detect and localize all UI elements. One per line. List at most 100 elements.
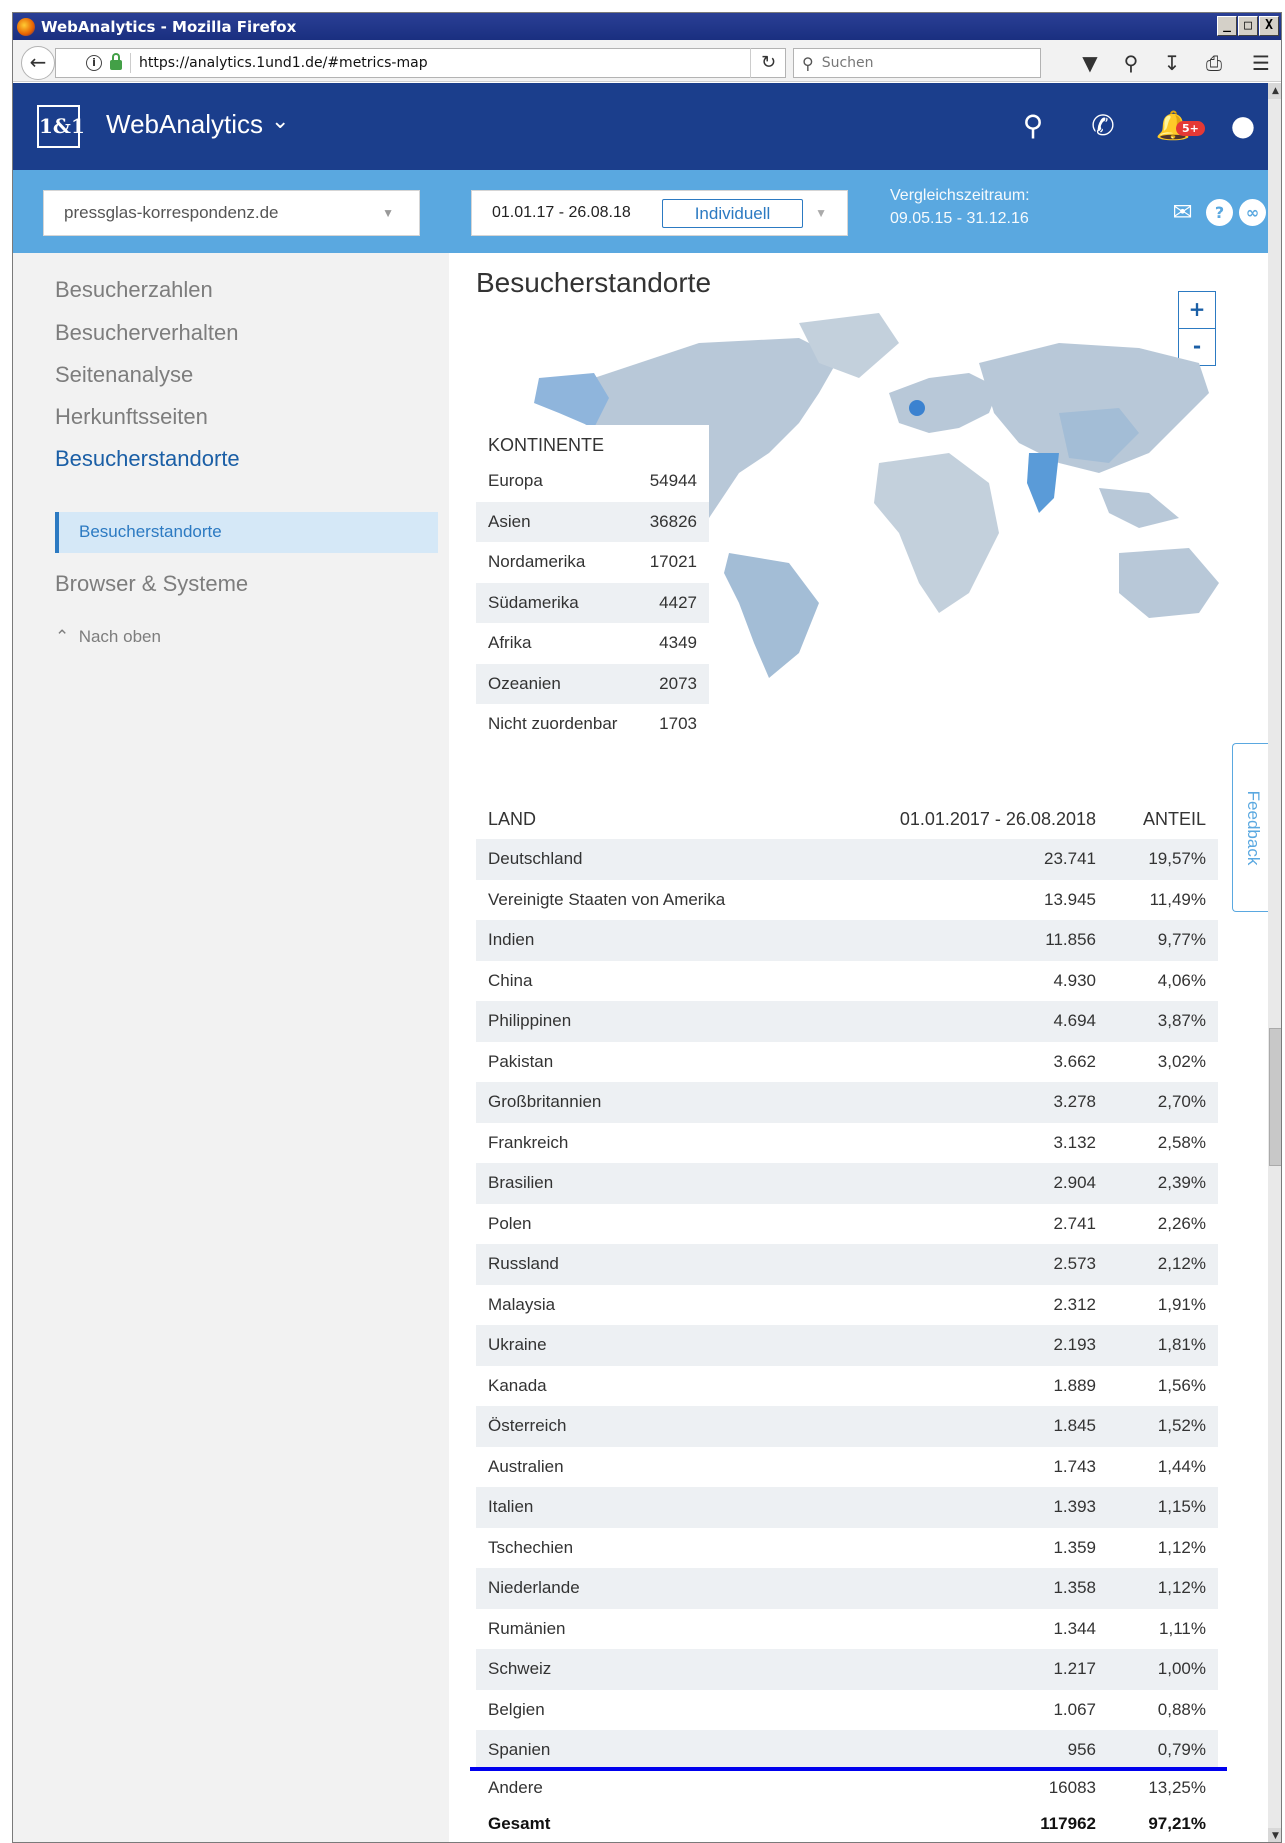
table-row[interactable]: Frankreich 3.132 2,58%: [476, 1123, 1218, 1164]
browser-search-icon[interactable]: ⚲: [1117, 52, 1145, 74]
caret-down-icon: ▼: [815, 206, 827, 220]
table-row[interactable]: Belgien 1.067 0,88%: [476, 1690, 1218, 1731]
back-to-top-link[interactable]: ⌃ Nach oben: [55, 627, 161, 647]
continent-row[interactable]: Afrika 4349: [476, 623, 709, 664]
download-icon[interactable]: ↧: [1158, 52, 1186, 74]
sidebar-item-herkunftsseiten[interactable]: Herkunftsseiten: [55, 404, 208, 430]
date-range-select[interactable]: 01.01.17 - 26.08.18 Individuell ▼: [471, 190, 848, 236]
table-row[interactable]: Vereinigte Staaten von Amerika 13.945 11,4…: [476, 880, 1218, 921]
reload-icon[interactable]: ↻: [750, 48, 786, 78]
sidebar-item-besucherzahlen[interactable]: Besucherzahlen: [55, 277, 213, 303]
table-row[interactable]: Australien 1.743 1,44%: [476, 1447, 1218, 1488]
maximize-button[interactable]: □: [1238, 16, 1258, 36]
country-cell: Tschechien: [488, 1537, 574, 1557]
chevron-down-icon[interactable]: ⌄: [271, 109, 289, 134]
sidebar-item-besucherstandorte[interactable]: Besucherstandorte: [55, 446, 240, 472]
scroll-down-arrow[interactable]: ▼: [1268, 1828, 1281, 1842]
page-scrollbar[interactable]: ▲ ▼: [1268, 83, 1281, 1842]
close-window-button[interactable]: X: [1259, 16, 1279, 36]
phone-icon[interactable]: ✆: [1083, 109, 1123, 143]
app-title[interactable]: WebAnalytics: [106, 109, 263, 140]
table-row[interactable]: Italien 1.393 1,15%: [476, 1487, 1218, 1528]
sidebar-item-seitenanalyse[interactable]: Seitenanalyse: [55, 362, 193, 388]
mail-icon[interactable]: ✉: [1169, 199, 1196, 226]
url-text[interactable]: https://analytics.1und1.de/#metrics-map: [139, 55, 428, 71]
continent-row[interactable]: Ozeanien 2073: [476, 663, 709, 704]
pocket-icon[interactable]: ▼: [1076, 52, 1104, 74]
table-row[interactable]: Russland 2.573 2,12%: [476, 1244, 1218, 1285]
table-row[interactable]: Malaysia 2.312 1,91%: [476, 1285, 1218, 1326]
table-row[interactable]: Österreich 1.845 1,52%: [476, 1406, 1218, 1447]
feedback-tab[interactable]: Feedback: [1232, 743, 1270, 912]
scroll-thumb[interactable]: [1269, 1028, 1281, 1166]
table-row[interactable]: China 4.930 4,06%: [476, 961, 1218, 1002]
total-label: Gesamt: [488, 1813, 551, 1833]
country-cell: Italien: [488, 1497, 534, 1517]
domain-select[interactable]: pressglas-korrespondenz.de ▼: [43, 190, 420, 236]
col-share-header[interactable]: ANTEIL: [1108, 809, 1218, 830]
print-icon[interactable]: ⎙: [1200, 52, 1228, 74]
table-row[interactable]: Niederlande 1.358 1,12%: [476, 1568, 1218, 1609]
scroll-up-arrow[interactable]: ▲: [1268, 83, 1281, 99]
browser-search-input[interactable]: ⚲ Suchen: [793, 48, 1041, 78]
table-row[interactable]: Rumänien 1.344 1,11%: [476, 1609, 1218, 1650]
col-period-header[interactable]: 01.01.2017 - 26.08.2018: [848, 809, 1108, 830]
continent-row[interactable]: Nicht zuordenbar 1703: [476, 704, 709, 745]
table-row[interactable]: Tschechien 1.359 1,12%: [476, 1528, 1218, 1569]
continent-name: Nicht zuordenbar: [488, 714, 618, 734]
share-cell: 1,52%: [1157, 1416, 1206, 1436]
brand-logo[interactable]: 1&1: [37, 105, 85, 148]
help-icon[interactable]: ?: [1206, 199, 1233, 226]
individual-button[interactable]: Individuell: [662, 199, 803, 228]
table-row[interactable]: Großbritannien 3.278 2,70%: [476, 1082, 1218, 1123]
visits-cell: 4.694: [1053, 1011, 1096, 1031]
lock-icon: [110, 53, 122, 70]
search-icon[interactable]: ⚲: [1013, 109, 1053, 143]
sidebar-subitem-besucherstandorte[interactable]: Besucherstandorte: [55, 512, 438, 553]
table-row[interactable]: Ukraine 2.193 1,81%: [476, 1325, 1218, 1366]
country-cell: Rumänien: [488, 1618, 566, 1638]
app-header: 1&1 WebAnalytics ⌄ ⚲ ✆ 🔔 ●: [13, 83, 1268, 170]
continent-row[interactable]: Asien 36826: [476, 501, 709, 542]
visits-cell: 11.856: [1045, 930, 1096, 950]
sidebar-item-besucherverhalten[interactable]: Besucherverhalten: [55, 320, 238, 346]
sidebar: Besucherzahlen Besucherverhalten Seitena…: [13, 253, 449, 1842]
url-bar[interactable]: i https://analytics.1und1.de/#metrics-ma…: [55, 48, 786, 78]
col-country-header[interactable]: LAND: [476, 809, 848, 830]
compare-period: Vergleichszeitraum: 09.05.15 - 31.12.16: [890, 184, 1030, 230]
visits-cell: 4.930: [1053, 970, 1096, 990]
main-content: Besucherstandorte + - KONTINENTE Europa …: [449, 253, 1269, 1842]
share-cell: 3,87%: [1157, 1011, 1206, 1031]
continent-value: 4427: [659, 592, 697, 612]
table-row[interactable]: Spanien 956 0,79%: [476, 1730, 1218, 1771]
link-icon[interactable]: ∞: [1239, 199, 1266, 226]
table-row[interactable]: Indien 11.856 9,77%: [476, 920, 1218, 961]
table-row[interactable]: Philippinen 4.694 3,87%: [476, 1001, 1218, 1042]
visits-cell: 3.662: [1053, 1051, 1096, 1071]
share-cell: 1,44%: [1157, 1456, 1206, 1476]
menu-icon[interactable]: ☰: [1247, 52, 1275, 74]
caret-down-icon: ▼: [382, 206, 394, 220]
table-row[interactable]: Polen 2.741 2,26%: [476, 1204, 1218, 1245]
table-row[interactable]: Schweiz 1.217 1,00%: [476, 1649, 1218, 1690]
table-header: LAND 01.01.2017 - 26.08.2018 ANTEIL: [476, 799, 1218, 839]
back-button[interactable]: ←: [21, 46, 55, 80]
continent-row[interactable]: Nordamerika 17021: [476, 542, 709, 583]
table-row[interactable]: Kanada 1.889 1,56%: [476, 1366, 1218, 1407]
continent-row[interactable]: Europa 54944: [476, 461, 709, 502]
table-row[interactable]: Brasilien 2.904 2,39%: [476, 1163, 1218, 1204]
info-icon[interactable]: i: [86, 55, 102, 71]
visits-cell: 2.312: [1053, 1294, 1096, 1314]
table-row[interactable]: Pakistan 3.662 3,02%: [476, 1042, 1218, 1083]
sidebar-item-browser-systeme[interactable]: Browser & Systeme: [55, 571, 248, 597]
continent-row[interactable]: Südamerika 4427: [476, 582, 709, 623]
chevron-up-icon: ⌃: [55, 627, 70, 646]
user-icon[interactable]: ●: [1223, 109, 1263, 143]
continent-name: Afrika: [488, 633, 532, 653]
minimize-button[interactable]: _: [1217, 16, 1237, 36]
table-row[interactable]: Deutschland 23.741 19,57%: [476, 839, 1218, 880]
continent-value: 1703: [659, 714, 697, 734]
visits-cell: 1.217: [1053, 1659, 1096, 1679]
total-share: 97,21%: [1148, 1813, 1206, 1833]
visits-cell: 2.741: [1053, 1213, 1096, 1233]
